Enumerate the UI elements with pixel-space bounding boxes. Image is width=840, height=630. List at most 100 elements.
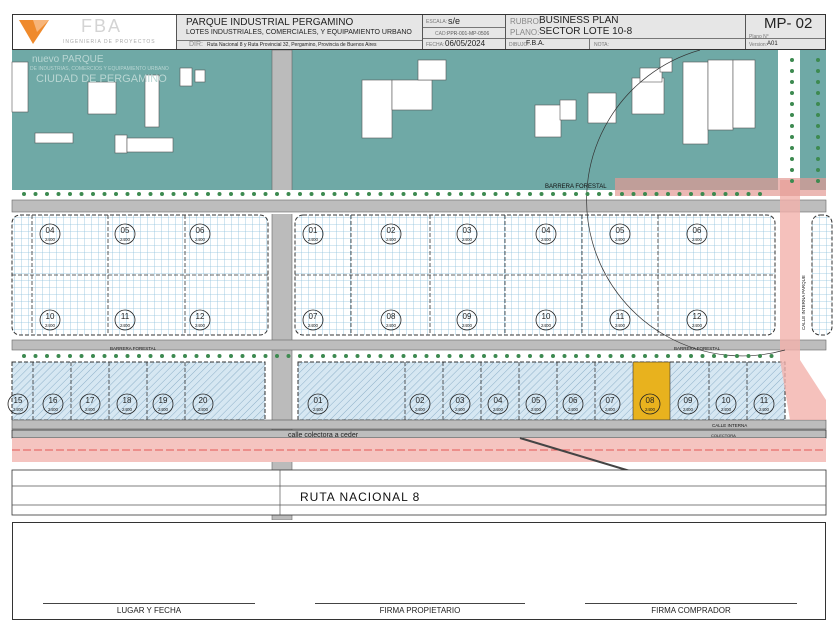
lot-number: 16 [49, 396, 58, 405]
tree-icon [436, 192, 440, 196]
tree-icon [493, 192, 498, 196]
tree-icon [790, 80, 794, 84]
tree-icon [790, 168, 794, 172]
tree-icon [79, 192, 84, 196]
owner-signature-line[interactable] [315, 603, 525, 604]
tree-icon [194, 192, 199, 196]
tree-icon [125, 354, 130, 358]
tree-icon [758, 192, 762, 196]
lot-area: 2400 [195, 237, 206, 242]
tree-icon [309, 354, 314, 358]
tree-icon [240, 354, 245, 358]
rubro-value: BUSINESS PLAN [539, 15, 619, 26]
tree-icon [528, 354, 532, 358]
tree-icon [102, 192, 107, 196]
scale-cell: ESCALA: s/e CAD: PPR-001-MP-0506 FECHA: … [423, 15, 506, 49]
tree-icon [321, 354, 325, 358]
tree-icon [790, 135, 794, 139]
tree-icon [631, 354, 636, 358]
tree-icon [723, 354, 728, 358]
lot-area: 2400 [615, 237, 626, 242]
tree-icon [33, 192, 38, 196]
tree-icon [390, 192, 394, 196]
tree-icon [183, 192, 187, 196]
lot-number: 11 [616, 312, 625, 321]
vertical-road-right-top [778, 50, 800, 200]
tree-icon [574, 354, 578, 358]
tree-icon [344, 354, 348, 358]
calle-interna [11, 419, 827, 430]
title-block: FBA INGENIERIA DE PROYECTOS PARQUE INDUS… [12, 14, 826, 50]
tree-icon [735, 192, 739, 196]
tree-icon [459, 354, 463, 358]
sheet-code: MP- 02 [764, 15, 813, 32]
tree-icon [470, 354, 475, 358]
logo-cell: FBA INGENIERIA DE PROYECTOS [13, 15, 177, 49]
tree-icon [344, 192, 348, 196]
lot-area: 2400 [13, 407, 24, 412]
tree-icon [790, 146, 794, 150]
calle-colectora-label: calle colectora a ceder [288, 432, 359, 439]
tree-icon [22, 354, 26, 358]
lot-area: 2400 [120, 323, 131, 328]
lot-number: 15 [14, 396, 23, 405]
tree-icon [206, 354, 210, 358]
lot-area: 2400 [122, 407, 133, 412]
lot-area: 2400 [568, 407, 579, 412]
lot-area: 2400 [455, 407, 466, 412]
project-subtitle: LOTES INDUSTRIALES, COMERCIALES, Y EQUIP… [186, 29, 412, 36]
tree-icon [700, 354, 705, 358]
tree-icon [790, 179, 794, 183]
lot-number: 07 [309, 312, 318, 321]
tree-icon [252, 354, 256, 358]
colectora-road [11, 429, 827, 439]
cad-label: CAD: [435, 31, 447, 37]
tree-icon [114, 354, 118, 358]
lot-area: 2400 [386, 237, 397, 242]
lot-number: 03 [463, 226, 472, 235]
tree-icon [148, 192, 153, 196]
logo-subtitle: INGENIERIA DE PROYECTOS [63, 39, 156, 45]
dir-value: Ruta Nacional 8 y Ruta Provincial 32, Pe… [207, 42, 377, 48]
tree-icon [332, 354, 337, 358]
tree-icon [160, 354, 164, 358]
lot-number: 10 [722, 396, 731, 405]
watermark-2: DE INDUSTRIAS, COMERCIOS Y EQUIPAMIENTO … [30, 66, 169, 72]
tree-icon [816, 157, 820, 161]
tree-icon [183, 354, 187, 358]
tree-icon [816, 124, 820, 128]
tree-icon [597, 192, 601, 196]
tree-icon [689, 354, 693, 358]
tree-icon [723, 192, 728, 196]
tree-icon [252, 192, 256, 196]
lot-area: 2400 [692, 237, 703, 242]
buyer-signature-line[interactable] [585, 603, 797, 604]
lot-number: 08 [646, 396, 655, 405]
tree-icon [137, 354, 141, 358]
tree-icon [790, 113, 794, 117]
tree-icon [137, 192, 141, 196]
tree-icon [816, 179, 820, 183]
tree-icon [45, 192, 49, 196]
lot-area: 2400 [721, 407, 732, 412]
lot-area: 2400 [683, 407, 694, 412]
lot-area: 2400 [541, 323, 552, 328]
lot-number: 05 [616, 226, 625, 235]
dibujo-value: F.B.A. [526, 40, 545, 47]
tree-icon [790, 69, 794, 73]
version-label: Version: [749, 42, 768, 48]
tree-icon [148, 354, 153, 358]
tree-icon [505, 192, 509, 196]
tree-icon [816, 91, 820, 95]
tree-icon [790, 58, 794, 62]
lot-number: 09 [684, 396, 693, 405]
lot-number: 17 [86, 396, 95, 405]
nota-label: NOTA: [594, 42, 609, 48]
lot-area: 2400 [48, 407, 59, 412]
place-date-line[interactable] [43, 603, 255, 604]
lot-number: 12 [693, 312, 702, 321]
tree-icon [413, 192, 417, 196]
lot-number: 06 [693, 226, 702, 235]
plano-n-label: Plano N° [749, 34, 769, 40]
tree-icon [275, 354, 279, 358]
